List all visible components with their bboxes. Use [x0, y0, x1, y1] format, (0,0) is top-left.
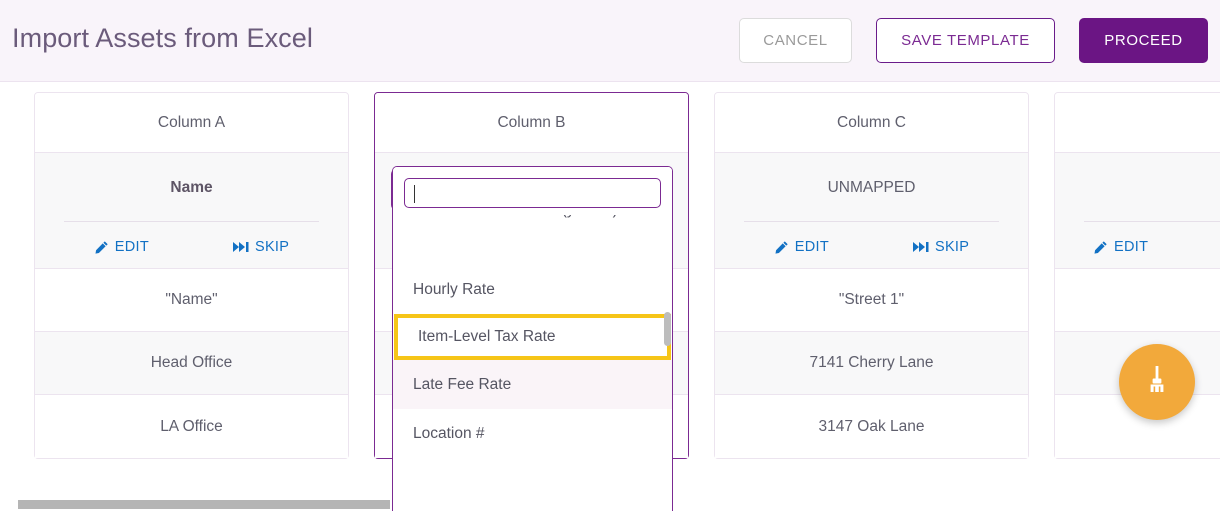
pencil-icon [774, 240, 789, 255]
dropdown-scrollbar[interactable] [664, 215, 672, 511]
skip-label-c: SKIP [934, 239, 970, 255]
header-actions: CANCEL SAVE TEMPLATE PROCEED [739, 18, 1208, 63]
table-cell: "Street 1" [715, 269, 1028, 332]
edit-button-d[interactable]: EDIT [1093, 239, 1148, 255]
dropdown-option[interactable]: Late Fee Rate [393, 360, 672, 409]
fast-forward-icon [232, 241, 249, 253]
text-cursor [414, 185, 415, 203]
pencil-icon [94, 240, 109, 255]
table-cell: Head Office [35, 332, 348, 395]
table-cell: LA Office [35, 395, 348, 458]
pencil-icon [1093, 240, 1108, 255]
clear-mapping-fab-button[interactable] [1119, 344, 1195, 420]
edit-label-d: EDIT [1114, 239, 1149, 255]
page-title: Import Assets from Excel [12, 23, 313, 53]
column-mapping-table: Column A Name EDIT SKIP "Name" Head Offi… [0, 82, 1220, 511]
column-header-a: Column A [35, 93, 348, 153]
column-mapping-d: UNM EDIT [1055, 153, 1220, 269]
dropdown-search-row [393, 167, 672, 215]
column-card-b: Column B --Select column name-- [374, 92, 689, 511]
dropdown-option[interactable]: Hourly Rate [393, 265, 672, 314]
column-header-d: Col [1055, 93, 1220, 153]
divider [744, 221, 999, 222]
edit-button-a[interactable]: EDIT [94, 239, 149, 255]
dropdown-option-label: Late Fee Rate [413, 375, 512, 393]
table-cell: "Name" [35, 269, 348, 332]
dropdown-search-input[interactable] [404, 178, 661, 208]
divider [1084, 221, 1220, 222]
fast-forward-icon [912, 241, 929, 253]
column-actions-a: EDIT SKIP [35, 239, 348, 255]
column-name-dropdown: Hidden On Webstore (yes/no) Hourly Rate … [392, 166, 673, 511]
edit-label-c: EDIT [794, 239, 829, 255]
dropdown-option-label: Hidden On Webstore (yes/no) [413, 215, 618, 221]
dropdown-option-label: Location # [413, 424, 485, 442]
mapped-field-name-a: Name [170, 179, 213, 196]
dropdown-option[interactable]: Location # [393, 409, 672, 458]
save-template-button[interactable]: SAVE TEMPLATE [876, 18, 1055, 63]
dropdown-option[interactable]: Hidden On Webstore (yes/no) [393, 215, 672, 265]
column-card-a: Column A Name EDIT SKIP "Name" Head Offi… [34, 92, 349, 459]
column-card-c: Column C UNMAPPED EDIT SKIP "Street 1" 7… [714, 92, 1029, 459]
cancel-button[interactable]: CANCEL [739, 18, 852, 63]
column-header-b: Column B [375, 93, 688, 153]
broom-icon [1142, 364, 1172, 401]
column-mapping-c: UNMAPPED EDIT SKIP [715, 153, 1028, 269]
dropdown-scrollbar-thumb[interactable] [664, 312, 671, 346]
skip-button-a[interactable]: SKIP [232, 239, 290, 255]
dropdown-options-list[interactable]: Hidden On Webstore (yes/no) Hourly Rate … [393, 215, 672, 511]
dropdown-option-label: Hourly Rate [413, 280, 495, 298]
proceed-button[interactable]: PROCEED [1079, 18, 1208, 63]
columns-container: Column A Name EDIT SKIP "Name" Head Offi… [34, 92, 1220, 511]
divider [64, 221, 319, 222]
table-cell: 7141 Cherry Lane [715, 332, 1028, 395]
table-cell: 3147 Oak Lane [715, 395, 1028, 458]
skip-label-a: SKIP [254, 239, 290, 255]
edit-label-a: EDIT [114, 239, 149, 255]
dropdown-option-label: Item-Level Tax Rate [418, 328, 556, 345]
column-header-c: Column C [715, 93, 1028, 153]
page-header: Import Assets from Excel CANCEL SAVE TEM… [0, 0, 1220, 82]
mapped-field-name-c: UNMAPPED [827, 179, 916, 196]
column-mapping-a: Name EDIT SKIP [35, 153, 348, 269]
column-actions-c: EDIT SKIP [715, 239, 1028, 255]
dropdown-option-highlighted[interactable]: Item-Level Tax Rate [394, 314, 671, 360]
skip-button-c[interactable]: SKIP [912, 239, 970, 255]
horizontal-scrollbar-thumb[interactable] [18, 500, 390, 509]
edit-button-c[interactable]: EDIT [774, 239, 829, 255]
import-assets-page: Import Assets from Excel CANCEL SAVE TEM… [0, 0, 1220, 511]
column-actions-d: EDIT [1055, 239, 1220, 255]
table-cell: "C [1055, 269, 1220, 332]
